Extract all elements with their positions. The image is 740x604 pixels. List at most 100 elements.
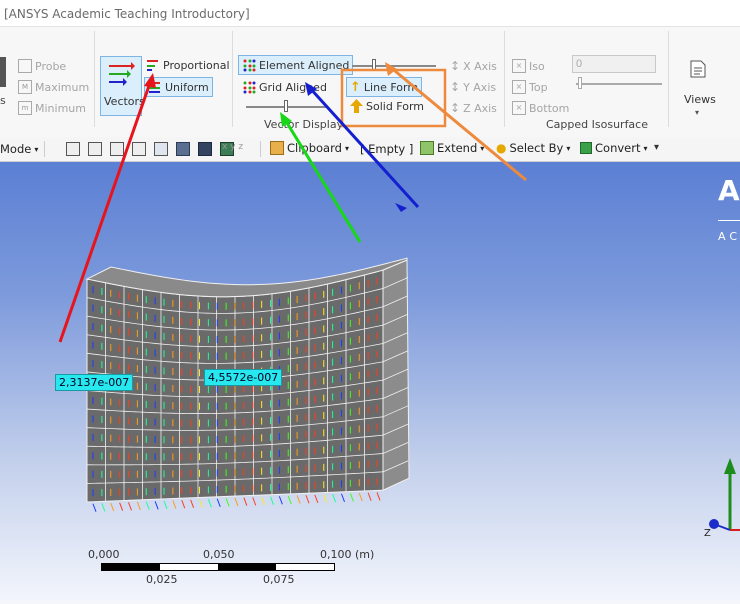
grid-aligned-icon bbox=[243, 81, 256, 94]
coordinate-triad-icon[interactable]: Z bbox=[700, 444, 740, 540]
grid-aligned-label: Grid Aligned bbox=[259, 80, 327, 94]
solid-form-label: Solid Form bbox=[366, 99, 425, 113]
element-face-select-icon[interactable] bbox=[176, 142, 190, 156]
group-separator bbox=[668, 31, 669, 127]
capped-isosurface-group-label: Capped Isosurface bbox=[546, 118, 648, 131]
grid-aligned-button[interactable]: Grid Aligned bbox=[242, 80, 327, 94]
scale-top-label-1: 0,050 bbox=[203, 548, 235, 561]
chevron-down-icon: ▾ bbox=[480, 143, 485, 153]
probe-label-left[interactable]: 2,3137e-007 bbox=[55, 374, 134, 391]
probe-button[interactable]: Probe bbox=[18, 59, 66, 73]
xyz-icon[interactable]: x y z bbox=[222, 142, 243, 152]
selection-filter-icons bbox=[66, 142, 234, 156]
top-button[interactable]: × Top bbox=[512, 80, 548, 94]
element-aligned-icon bbox=[243, 59, 256, 72]
toolbar-overflow-icon[interactable]: ▾ bbox=[654, 142, 659, 153]
select-by-dropdown[interactable]: ● Select By ▾ bbox=[496, 141, 570, 155]
max-icon: M bbox=[18, 80, 32, 94]
iso-label: Iso bbox=[529, 59, 545, 73]
axis-icon: ↕ bbox=[450, 80, 461, 94]
uniform-label: Uniform bbox=[165, 80, 209, 94]
iso-button[interactable]: × Iso bbox=[512, 59, 545, 73]
maximum-label: Maximum bbox=[35, 80, 90, 94]
views-document-icon bbox=[690, 60, 706, 78]
x-axis-label: X Axis bbox=[463, 59, 497, 73]
element-aligned-label: Element Aligned bbox=[259, 58, 350, 72]
vertex-select-icon[interactable] bbox=[66, 142, 80, 156]
solid-form-button[interactable]: Solid Form bbox=[350, 99, 424, 113]
iso-slider-thumb[interactable] bbox=[578, 77, 582, 89]
bottom-label: Bottom bbox=[529, 101, 570, 115]
toolbar-separator bbox=[260, 141, 261, 157]
proportional-label: Proportional bbox=[163, 58, 230, 72]
mode-dropdown[interactable]: Mode ▾ bbox=[0, 142, 38, 156]
vector-display-group-label: Vector Display bbox=[264, 118, 344, 131]
scale-bottom-label-1: 0,075 bbox=[263, 573, 295, 586]
line-form-label: Line Form bbox=[363, 80, 419, 94]
convert-dropdown[interactable]: Convert ▾ bbox=[580, 141, 648, 155]
vectors-button[interactable]: Vectors bbox=[100, 56, 145, 116]
toolbar-separator bbox=[44, 141, 45, 157]
chevron-down-icon: ▾ bbox=[566, 143, 571, 153]
proportional-button[interactable]: Proportional bbox=[146, 58, 230, 72]
body-select-icon[interactable] bbox=[132, 142, 146, 156]
title-bar: [ANSYS Academic Teaching Introductory] bbox=[0, 0, 740, 48]
element-aligned-button[interactable]: Element Aligned bbox=[238, 55, 354, 75]
proportional-icon bbox=[147, 60, 158, 71]
minimum-label: Minimum bbox=[35, 101, 86, 115]
axis-icon: ↕ bbox=[450, 59, 461, 73]
top-label: Top bbox=[529, 80, 548, 94]
maximum-button[interactable]: M Maximum bbox=[18, 80, 89, 94]
edge-select-icon[interactable] bbox=[88, 142, 102, 156]
partial-tool-icon bbox=[0, 57, 6, 87]
partial-label: s bbox=[0, 94, 6, 107]
select-by-label: Select By bbox=[509, 141, 564, 155]
clipboard-dropdown[interactable]: Clipboard ▾ bbox=[270, 141, 349, 155]
y-axis-button[interactable]: ↕ Y Axis bbox=[450, 80, 496, 94]
scale-top-label-0: 0,000 bbox=[88, 548, 120, 561]
extend-dropdown[interactable]: Extend ▾ bbox=[420, 141, 484, 155]
scale-bar bbox=[101, 563, 335, 571]
group-separator bbox=[94, 31, 95, 127]
group-separator bbox=[504, 31, 505, 127]
iso-slider[interactable] bbox=[576, 83, 662, 85]
element-select-icon[interactable] bbox=[198, 142, 212, 156]
mode-label: Mode bbox=[0, 142, 32, 156]
vector-density-slider-thumb[interactable] bbox=[284, 100, 288, 112]
chevron-down-icon: ▾ bbox=[695, 108, 700, 117]
convert-icon bbox=[580, 142, 592, 154]
probe-label: Probe bbox=[35, 59, 67, 73]
iso-value-field[interactable] bbox=[572, 55, 656, 73]
face-select-icon[interactable] bbox=[110, 142, 124, 156]
vector-length-slider-thumb[interactable] bbox=[372, 59, 376, 71]
solid-arrow-icon bbox=[350, 99, 363, 113]
x-axis-button[interactable]: ↕ X Axis bbox=[450, 59, 497, 73]
extend-icon bbox=[420, 141, 434, 155]
probe-icon bbox=[18, 59, 32, 73]
line-arrow-icon: ↑ bbox=[350, 79, 361, 95]
graphics-viewport[interactable]: AN ACA 2,3137e-007 4,5572e-007 Z 0,000 0… bbox=[0, 162, 740, 604]
clipboard-label: Clipboard bbox=[287, 141, 342, 155]
views-button[interactable]: Views ▾ bbox=[676, 57, 722, 121]
bottom-icon: × bbox=[512, 101, 526, 115]
probe-label-right[interactable]: 4,5572e-007 bbox=[204, 369, 283, 386]
scale-bottom-label-0: 0,025 bbox=[146, 573, 178, 586]
z-axis-button[interactable]: ↕ Z Axis bbox=[450, 101, 497, 115]
views-label: Views bbox=[684, 93, 716, 106]
vector-length-slider[interactable] bbox=[352, 65, 436, 67]
chevron-down-icon: ▾ bbox=[344, 143, 349, 153]
minimum-button[interactable]: m Minimum bbox=[18, 101, 86, 115]
chevron-down-icon: ▾ bbox=[34, 144, 39, 154]
window-title: [ANSYS Academic Teaching Introductory] bbox=[4, 7, 250, 21]
top-icon: × bbox=[512, 80, 526, 94]
line-form-button[interactable]: ↑ Line Form bbox=[346, 77, 423, 97]
uniform-icon bbox=[149, 82, 160, 93]
convert-label: Convert bbox=[595, 141, 641, 155]
uniform-button[interactable]: Uniform bbox=[144, 77, 213, 97]
node-select-icon[interactable] bbox=[154, 142, 168, 156]
iso-icon: × bbox=[512, 59, 526, 73]
clipboard-icon bbox=[270, 141, 284, 155]
extend-label: Extend bbox=[437, 141, 478, 155]
bottom-button[interactable]: × Bottom bbox=[512, 101, 569, 115]
min-icon: m bbox=[18, 101, 32, 115]
